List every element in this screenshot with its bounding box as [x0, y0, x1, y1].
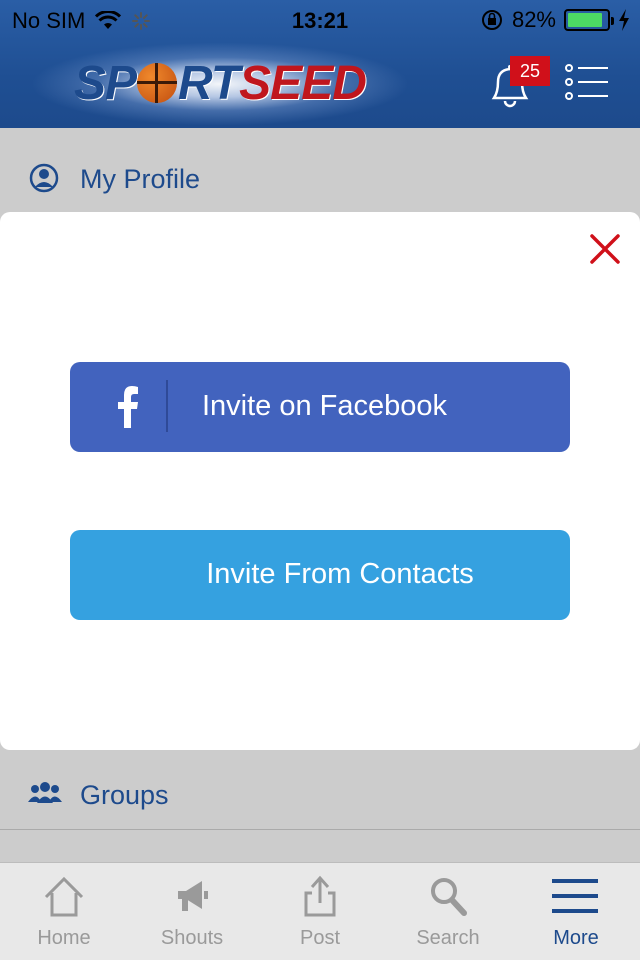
- invite-facebook-label: Invite on Facebook: [202, 390, 448, 422]
- menu-list-icon[interactable]: [564, 60, 610, 104]
- tab-bar: Home Shouts Post Search More: [0, 862, 640, 960]
- invite-contacts-button[interactable]: Invite From Contacts: [70, 530, 570, 620]
- search-icon: [431, 878, 467, 916]
- tab-label: Search: [416, 927, 480, 949]
- status-bar: No SIM 13:21 82%: [0, 0, 640, 40]
- tab-search[interactable]: Search: [384, 863, 512, 960]
- hamburger-icon: [552, 879, 598, 913]
- battery-icon: [564, 9, 614, 31]
- group-icon: [28, 782, 62, 803]
- invite-facebook-button[interactable]: Invite on Facebook: [70, 362, 570, 452]
- charging-bolt-icon: [619, 9, 629, 31]
- tab-label: Shouts: [160, 927, 224, 949]
- status-right: 82%: [480, 7, 630, 33]
- facebook-icon: [118, 386, 138, 428]
- sportseed-logo[interactable]: SP RTSEED: [30, 42, 410, 126]
- orientation-lock-icon: [481, 10, 502, 30]
- battery-fill: [568, 13, 603, 27]
- menu-item-groups[interactable]: Groups: [0, 750, 640, 830]
- notification-badge: 25: [510, 56, 550, 86]
- tab-more[interactable]: More: [512, 863, 640, 960]
- close-icon[interactable]: [588, 232, 622, 266]
- tab-post[interactable]: Post: [256, 863, 384, 960]
- menu-item-my-profile[interactable]: My Profile: [0, 128, 640, 212]
- invite-contacts-label: Invite From Contacts: [206, 558, 474, 590]
- home-icon: [44, 876, 84, 917]
- menu-item-label: My Profile: [80, 164, 201, 194]
- battery-percent: 82%: [511, 7, 556, 32]
- share-icon: [304, 875, 336, 917]
- tab-label: Home: [37, 927, 91, 949]
- button-divider: [166, 380, 168, 432]
- tab-label: Post: [299, 927, 341, 949]
- basketball-icon: [137, 63, 178, 103]
- menu-item-label: Groups: [80, 780, 169, 810]
- user-circle-icon: [29, 163, 59, 193]
- tab-label: More: [553, 927, 599, 949]
- megaphone-icon: [178, 881, 208, 911]
- app-header: No SIM 13:21 82% SP RTSEED 25: [0, 0, 640, 128]
- invite-modal: [0, 212, 640, 750]
- tab-shouts[interactable]: Shouts: [128, 863, 256, 960]
- tab-home[interactable]: Home: [0, 863, 128, 960]
